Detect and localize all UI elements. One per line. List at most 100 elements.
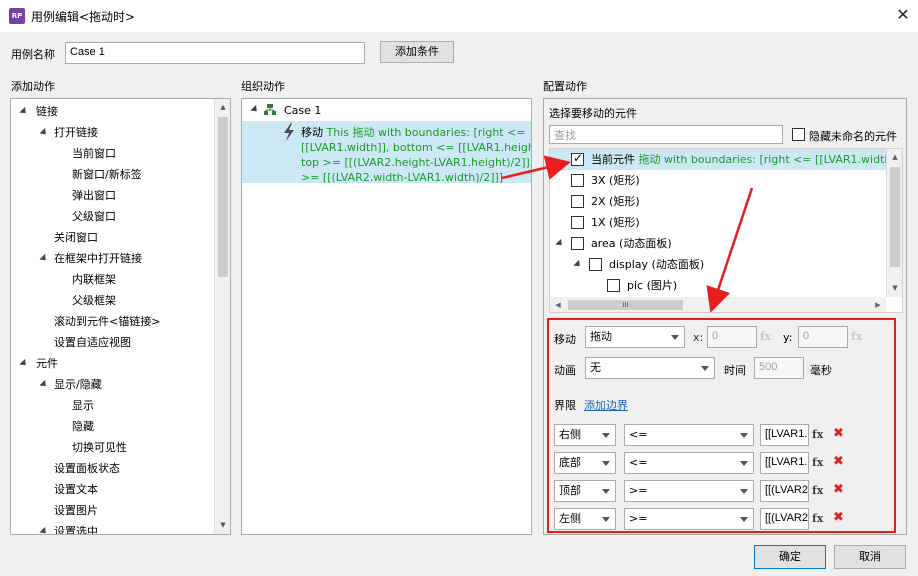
action-tree-item[interactable]: 隐藏 <box>72 416 94 437</box>
title-bar <box>0 0 918 32</box>
expand-arrow-icon[interactable] <box>573 259 583 270</box>
add-boundary-link[interactable]: 添加边界 <box>584 397 628 413</box>
action-tree-item[interactable]: 在框架中打开链接 <box>54 248 142 269</box>
widget-checkbox[interactable] <box>589 258 602 271</box>
widget-checkbox[interactable] <box>571 237 584 250</box>
action-tree-item[interactable]: 设置自适应视图 <box>54 332 131 353</box>
widget-checkbox[interactable] <box>571 216 584 229</box>
config-actions-header: 配置动作 <box>543 80 587 93</box>
widget-tree-item[interactable]: area (动态面板) <box>591 233 672 254</box>
boundary-operator-select[interactable]: <= <box>624 452 754 474</box>
action-tree-item[interactable]: 设置图片 <box>54 500 98 521</box>
expand-arrow-icon[interactable] <box>39 526 49 534</box>
widget-tree-item[interactable]: 当前元件 拖动 with boundaries: [right <= [[LVA… <box>591 149 902 170</box>
x-fx-icon[interactable]: fx <box>760 330 771 343</box>
bounds-label: 界限 <box>554 399 576 412</box>
hide-unnamed-checkbox[interactable] <box>792 128 805 141</box>
add-actions-scrollbar[interactable]: ▲ ▼ <box>214 99 230 534</box>
action-tree-item[interactable]: 打开链接 <box>54 122 98 143</box>
add-condition-button[interactable]: 添加条件 <box>380 41 454 63</box>
case-name-label: 用例名称 <box>11 48 55 61</box>
x-input[interactable]: 0 <box>707 326 757 348</box>
action-tree-item[interactable]: 新窗口/新标签 <box>72 164 142 185</box>
move-label: 移动 <box>554 333 576 346</box>
delete-boundary-icon[interactable]: ✖ <box>833 454 844 469</box>
expand-arrow-icon[interactable] <box>555 238 565 249</box>
cancel-button[interactable]: 取消 <box>834 545 906 569</box>
expand-arrow-icon[interactable] <box>39 127 49 138</box>
widget-tree-item[interactable]: display (动态面板) <box>609 254 704 275</box>
widget-checkbox[interactable] <box>607 279 620 292</box>
boundary-value-input[interactable]: [[LVAR1. <box>760 424 809 446</box>
widget-checkbox[interactable] <box>571 174 584 187</box>
boundary-operator-select[interactable]: >= <box>624 508 754 530</box>
action-tree-item[interactable]: 内联框架 <box>72 269 116 290</box>
boundary-operator-select[interactable]: >= <box>624 480 754 502</box>
action-tree-item[interactable]: 关闭窗口 <box>54 227 98 248</box>
boundary-fx-icon[interactable]: fx <box>812 428 823 441</box>
widget-search-input[interactable]: 查找 <box>549 125 783 144</box>
delete-boundary-icon[interactable]: ✖ <box>833 510 844 525</box>
add-actions-header: 添加动作 <box>11 80 55 93</box>
organize-actions-header: 组织动作 <box>241 80 285 93</box>
close-icon[interactable]: ✕ <box>892 4 914 26</box>
widget-tree-item[interactable]: 1X (矩形) <box>591 212 640 233</box>
action-tree-item[interactable]: 当前窗口 <box>72 143 116 164</box>
widget-tree-hscroll[interactable]: ◀ III ▶ <box>550 297 886 312</box>
x-label: x: <box>693 331 704 344</box>
scroll-thumb[interactable] <box>890 167 900 267</box>
case-name-input[interactable]: Case 1 <box>65 42 365 64</box>
boundary-operator-select[interactable]: <= <box>624 424 754 446</box>
case-label[interactable]: Case 1 <box>284 104 321 117</box>
ms-label: 毫秒 <box>810 364 832 377</box>
action-tree-item[interactable]: 显示 <box>72 395 94 416</box>
boundary-side-select[interactable]: 右侧 <box>554 424 616 446</box>
scroll-thumb[interactable] <box>218 117 228 277</box>
y-input[interactable]: 0 <box>798 326 848 348</box>
action-text: 移动 This 拖动 with boundaries: [right <= [[… <box>301 126 532 184</box>
action-tree-item[interactable]: 设置选中 <box>54 521 98 534</box>
time-input[interactable]: 500 <box>754 357 804 379</box>
action-tree-item[interactable]: 父级框架 <box>72 290 116 311</box>
hscroll-thumb[interactable]: III <box>568 300 683 310</box>
expand-arrow-icon[interactable] <box>19 358 29 369</box>
boundary-side-select[interactable]: 顶部 <box>554 480 616 502</box>
boundary-fx-icon[interactable]: fx <box>812 484 823 497</box>
app-icon: RP <box>9 8 25 24</box>
action-tree-item[interactable]: 显示/隐藏 <box>54 374 102 395</box>
move-type-select[interactable]: 拖动 <box>585 326 685 348</box>
action-tree-item[interactable]: 弹出窗口 <box>72 185 116 206</box>
boundary-fx-icon[interactable]: fx <box>812 512 823 525</box>
expand-arrow-icon[interactable] <box>39 379 49 390</box>
time-label: 时间 <box>724 364 746 377</box>
boundary-side-select[interactable]: 左侧 <box>554 508 616 530</box>
y-fx-icon[interactable]: fx <box>851 330 862 343</box>
boundary-value-input[interactable]: [[(LVAR2 <box>760 508 809 530</box>
delete-boundary-icon[interactable]: ✖ <box>833 426 844 441</box>
boundary-value-input[interactable]: [[LVAR1. <box>760 452 809 474</box>
widget-checkbox[interactable] <box>571 151 584 166</box>
collapse-arrow-icon[interactable] <box>250 104 260 115</box>
action-tree-item[interactable]: 切换可见性 <box>72 437 127 458</box>
widget-tree-item[interactable]: 2X (矩形) <box>591 191 640 212</box>
delete-boundary-icon[interactable]: ✖ <box>833 482 844 497</box>
widget-checkbox[interactable] <box>571 195 584 208</box>
boundary-fx-icon[interactable]: fx <box>812 456 823 469</box>
boundary-side-select[interactable]: 底部 <box>554 452 616 474</box>
animation-select[interactable]: 无 <box>585 357 715 379</box>
expand-arrow-icon[interactable] <box>39 253 49 264</box>
add-actions-panel: 链接 打开链接 当前窗口 新窗口/新标签 弹出窗口 父级窗口 关闭窗口 在框架中打开链接 内联框… <box>10 98 231 535</box>
boundary-value-input[interactable]: [[(LVAR2 <box>760 480 809 502</box>
action-tree-item[interactable]: 设置文本 <box>54 479 98 500</box>
action-tree-item[interactable]: 元件 <box>36 353 58 374</box>
action-tree-item[interactable]: 链接 <box>36 101 58 122</box>
action-tree-item[interactable]: 设置面板状态 <box>54 458 120 479</box>
widget-tree-item[interactable]: 3X (矩形) <box>591 170 640 191</box>
expand-arrow-icon[interactable] <box>19 106 29 117</box>
ok-button[interactable]: 确定 <box>754 545 826 569</box>
widget-tree-item[interactable]: pic (图片) <box>627 275 677 296</box>
action-tree-item[interactable]: 父级窗口 <box>72 206 116 227</box>
action-tree-item[interactable]: 滚动到元件<锚链接> <box>54 311 160 332</box>
widget-tree-vscroll[interactable]: ▲ ▼ <box>886 149 902 297</box>
organize-actions-panel: Case 1 移动 This 拖动 with boundaries: [righ… <box>241 98 532 535</box>
